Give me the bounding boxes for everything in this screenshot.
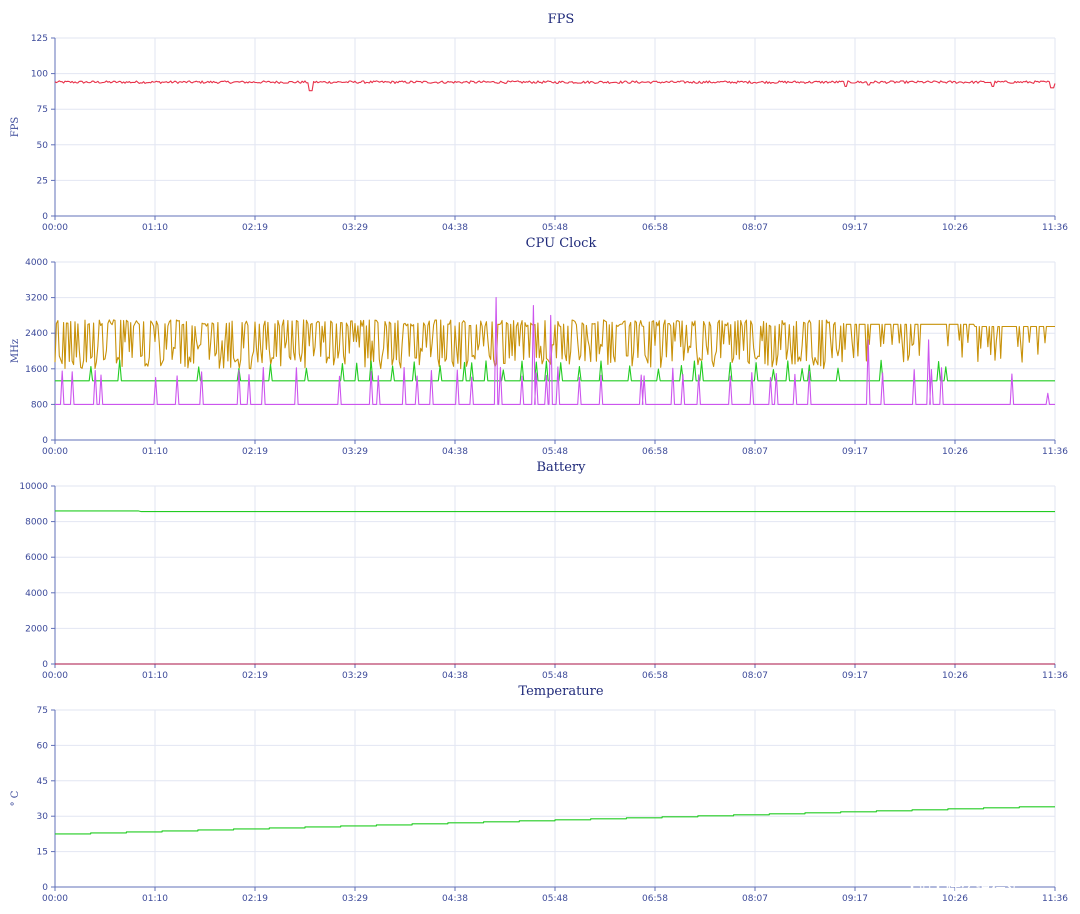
x-tick-label: 00:00 xyxy=(42,447,68,457)
x-tick-label: 05:48 xyxy=(542,894,568,904)
x-tick-label: 02:19 xyxy=(242,447,268,457)
x-tick-label: 06:58 xyxy=(642,447,668,457)
x-tick-label: 11:36 xyxy=(1042,894,1068,904)
y-tick-label: 125 xyxy=(31,34,48,44)
y-axis-label: ° C xyxy=(10,790,21,806)
y-tick-label: 100 xyxy=(31,70,48,80)
x-tick-label: 04:38 xyxy=(442,447,468,457)
y-tick-label: 4000 xyxy=(25,258,48,268)
y-tick-label: 75 xyxy=(37,706,48,716)
y-tick-label: 4000 xyxy=(25,589,48,599)
y-tick-label: 3200 xyxy=(25,294,48,304)
x-tick-label: 01:10 xyxy=(142,894,168,904)
x-tick-label: 09:17 xyxy=(842,671,868,681)
chart-title: Temperature xyxy=(518,684,603,699)
x-tick-label: 03:29 xyxy=(342,447,368,457)
y-tick-label: 15 xyxy=(37,848,48,858)
y-tick-label: 10000 xyxy=(19,482,48,492)
x-tick-label: 06:58 xyxy=(642,671,668,681)
y-tick-label: 0 xyxy=(42,883,48,893)
x-tick-label: 02:19 xyxy=(242,894,268,904)
x-tick-label: 05:48 xyxy=(542,447,568,457)
x-tick-label: 00:00 xyxy=(42,671,68,681)
x-tick-label: 09:17 xyxy=(842,447,868,457)
y-tick-label: 25 xyxy=(37,176,48,186)
chart-fps: FPS 00:00 01:10 02:19 03:29 04:38 05:48 06:58 08… xyxy=(10,12,1068,233)
y-tick-label: 8000 xyxy=(25,518,48,528)
x-tick-label: 09:17 xyxy=(842,894,868,904)
x-tick-label: 04:38 xyxy=(442,223,468,233)
watermark-text: 什么值得买 xyxy=(946,879,1021,897)
chart-battery: Battery 00:00 01:10 02:19 03:29 04:38 05:48 06:… xyxy=(19,460,1068,681)
y-tick-label: 1600 xyxy=(25,365,48,375)
x-tick-label: 08:07 xyxy=(742,894,768,904)
chart-title: Battery xyxy=(536,460,586,475)
x-tick-label: 00:00 xyxy=(42,894,68,904)
y-tick-label: 75 xyxy=(37,105,48,115)
x-tick-label: 01:10 xyxy=(142,223,168,233)
chart-temperature: Temperature 00:00 01:10 02:19 03:29 04:38 05:4… xyxy=(10,684,1068,904)
y-tick-label: 2400 xyxy=(25,329,48,339)
x-tick-label: 10:26 xyxy=(942,671,968,681)
x-tick-label: 01:10 xyxy=(142,671,168,681)
x-tick-label: 08:07 xyxy=(742,671,768,681)
y-tick-label: 60 xyxy=(37,741,49,751)
y-axis-label: MHz xyxy=(10,339,21,363)
y-tick-label: 0 xyxy=(42,212,48,222)
dashboard-charts: FPS00:00 01:10 02:19 03:29 04:38 05:48 06:58 08… xyxy=(10,12,1068,904)
x-tick-label: 06:58 xyxy=(642,894,668,904)
x-tick-label: 05:48 xyxy=(542,223,568,233)
x-tick-label: 04:38 xyxy=(442,894,468,904)
y-tick-label: 50 xyxy=(37,141,49,151)
y-tick-label: 30 xyxy=(37,812,49,822)
chart-cpu: CPU Clock 00:00 01:10 02:19 03:29 04:38 05:48 0… xyxy=(10,236,1068,457)
x-tick-label: 01:10 xyxy=(142,447,168,457)
watermark: 值 什么值得买 xyxy=(910,872,1021,902)
y-axis-label: FPS xyxy=(10,117,21,138)
x-tick-label: 11:36 xyxy=(1042,447,1068,457)
chart-title: CPU Clock xyxy=(526,236,597,251)
x-tick-label: 03:29 xyxy=(342,223,368,233)
y-tick-label: 0 xyxy=(42,660,48,670)
y-tick-label: 6000 xyxy=(25,553,48,563)
y-tick-label: 0 xyxy=(42,436,48,446)
x-tick-label: 04:38 xyxy=(442,671,468,681)
x-tick-label: 10:26 xyxy=(942,447,968,457)
chart-title: FPS xyxy=(548,12,575,27)
y-tick-label: 45 xyxy=(37,777,48,787)
x-tick-label: 09:17 xyxy=(842,223,868,233)
x-tick-label: 03:29 xyxy=(342,671,368,681)
x-tick-label: 11:36 xyxy=(1042,671,1068,681)
y-tick-label: 800 xyxy=(31,400,48,410)
x-tick-label: 05:48 xyxy=(542,671,568,681)
y-tick-label: 2000 xyxy=(25,624,48,634)
x-tick-label: 03:29 xyxy=(342,894,368,904)
x-tick-label: 11:36 xyxy=(1042,223,1068,233)
x-tick-label: 02:19 xyxy=(242,671,268,681)
x-tick-label: 06:58 xyxy=(642,223,668,233)
x-tick-label: 08:07 xyxy=(742,447,768,457)
x-tick-label: 10:26 xyxy=(942,223,968,233)
svg-text:值: 值 xyxy=(918,880,932,896)
x-tick-label: 08:07 xyxy=(742,223,768,233)
x-tick-label: 00:00 xyxy=(42,223,68,233)
x-tick-label: 02:19 xyxy=(242,223,268,233)
